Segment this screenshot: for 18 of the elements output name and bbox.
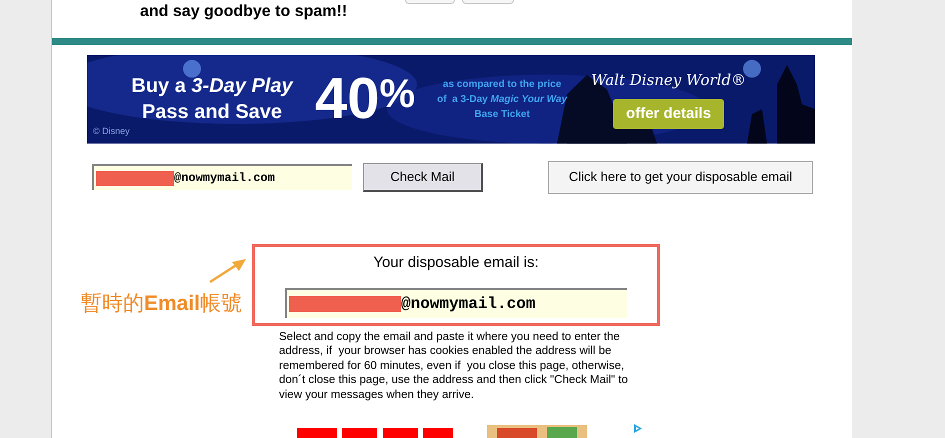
brand-logo: Walt Disney World® bbox=[591, 70, 746, 92]
instructions: Select and copy the email and paste it where you need to enter the address, if your browser has cookies enabled the address will be remembered for 60 minutes, even if you close this page, otherwise, don´t close this page, use the address and then click "Check Mail" to view your messages when they arrive. bbox=[279, 330, 629, 402]
generate-email-button[interactable]: Click here to get your disposable email bbox=[548, 160, 813, 194]
tagline: and say goodbye to spam!! bbox=[140, 2, 348, 22]
ad-note: as compared to the price bbox=[442, 78, 562, 92]
result-title: Your disposable email is: bbox=[373, 252, 539, 272]
adchoices-icon[interactable] bbox=[633, 423, 643, 434]
annotation: 暫時的Email帳號 bbox=[80, 290, 242, 316]
arrow-icon bbox=[208, 258, 248, 284]
check-mail-button[interactable]: Check Mail bbox=[363, 162, 483, 192]
email-field[interactable]: @nowmymail.com bbox=[92, 164, 352, 190]
ad-headline: Pass and Save bbox=[142, 100, 282, 126]
ad-note: Base Ticket bbox=[474, 108, 530, 122]
ad-discount: 40 bbox=[315, 70, 380, 128]
ad-headline: Buy a 3-Day Play bbox=[131, 74, 293, 100]
disposable-email-field[interactable]: @nowmymail.com bbox=[285, 288, 627, 318]
ad-copyright: © Disney bbox=[93, 125, 130, 138]
ad-percent: % bbox=[380, 74, 416, 114]
